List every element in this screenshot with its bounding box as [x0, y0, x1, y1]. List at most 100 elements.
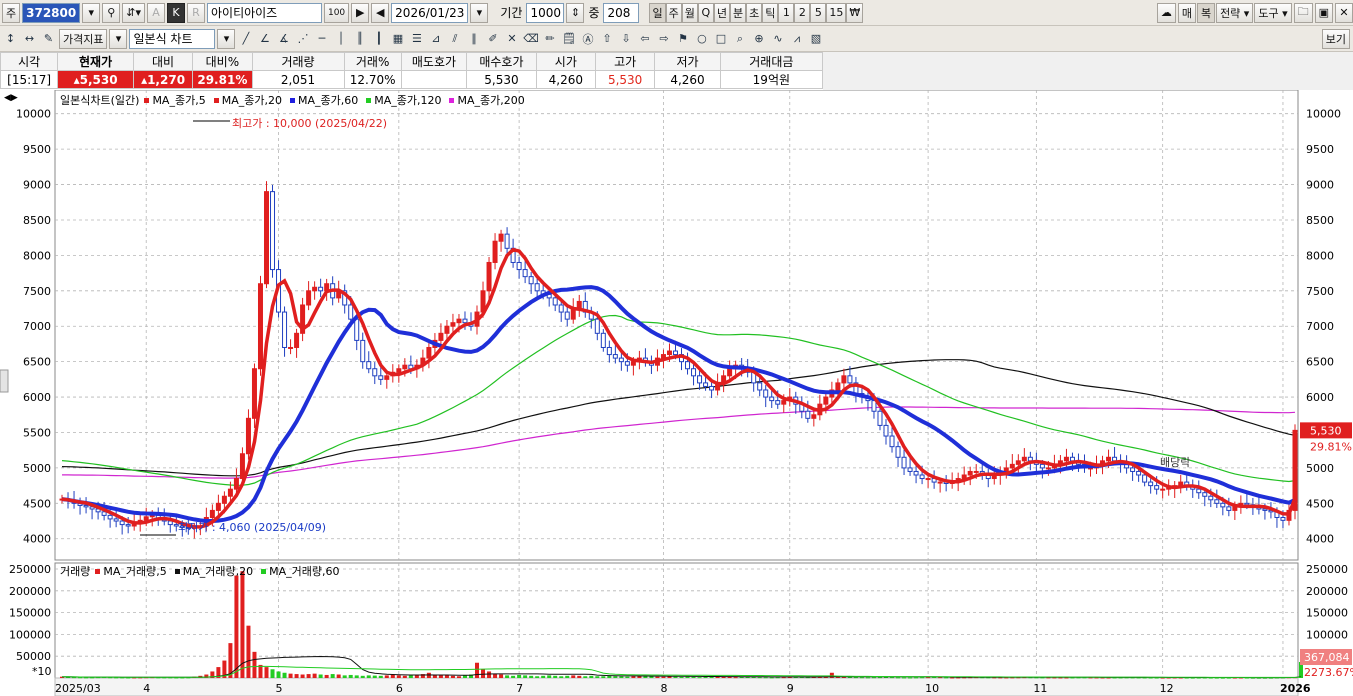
legend-item[interactable]: MA_거래량,5: [93, 563, 172, 579]
text-icon[interactable]: Ⓐ: [579, 29, 596, 49]
trendline-icon[interactable]: ╱: [237, 29, 254, 49]
price-tick-right: 9500: [1306, 143, 1334, 156]
channel-icon[interactable]: ⫽: [446, 29, 463, 49]
right-button-1[interactable]: 복: [1196, 2, 1216, 23]
eraser-icon[interactable]: ⌫: [522, 29, 539, 49]
legend-item[interactable]: MA_거래량,20: [173, 563, 259, 579]
r-button[interactable]: R: [186, 2, 205, 23]
next-icon[interactable]: ▶: [351, 2, 370, 23]
magnifier-icon[interactable]: ⌕: [731, 29, 748, 49]
right-button-0[interactable]: 매: [1177, 2, 1196, 23]
cycle-button-6[interactable]: 초: [746, 2, 763, 23]
cycle-button-8[interactable]: 1: [778, 2, 795, 23]
candle-body: [847, 375, 853, 384]
cycle-button-1[interactable]: 주: [665, 2, 682, 23]
price-tick-right: 6000: [1306, 391, 1334, 404]
candle-body: [672, 350, 678, 356]
chart-canvas[interactable]: 4000400045004500500050005500550060006000…: [0, 90, 1353, 696]
folder-icon[interactable]: 🗀: [1293, 2, 1313, 23]
quote-value: 29.81%: [192, 70, 253, 89]
market-select[interactable]: 주: [2, 2, 21, 23]
arrow-right-icon[interactable]: ⇨: [655, 29, 672, 49]
legend-item[interactable]: MA_종가,5: [142, 92, 211, 108]
chart-type-dropdown-icon[interactable]: ▾: [217, 28, 236, 49]
prev-icon[interactable]: ◀: [371, 2, 390, 23]
a-button[interactable]: A: [146, 2, 165, 23]
k-button[interactable]: K: [166, 2, 185, 23]
legend-title: 거래량: [60, 565, 91, 578]
view-button[interactable]: 보기: [1321, 28, 1350, 49]
note-icon[interactable]: 🗒: [560, 29, 577, 49]
cycle-button-2[interactable]: 월: [681, 2, 698, 23]
period-spin-icon[interactable]: ⇕: [566, 2, 585, 23]
price-tick-left: 5500: [23, 426, 51, 439]
legend-item[interactable]: MA_종가,120: [364, 92, 447, 108]
pen-icon[interactable]: ✐: [484, 29, 501, 49]
close-icon[interactable]: ✕: [1335, 2, 1353, 23]
save-icon[interactable]: ▣: [1314, 2, 1333, 23]
arrow-left-icon[interactable]: ⇦: [636, 29, 653, 49]
indicator-button[interactable]: 가격지표: [59, 28, 108, 49]
stock-code-field[interactable]: 372800: [22, 2, 81, 23]
chart-area[interactable]: 4000400045004500500050005500550060006000…: [0, 90, 1353, 696]
rect-icon[interactable]: □: [712, 29, 729, 49]
angle-icon[interactable]: ∠: [256, 29, 273, 49]
cycle-button-0[interactable]: 일: [649, 2, 666, 23]
up-down-icon[interactable]: ↕: [2, 29, 19, 49]
zoom-100-button[interactable]: 100: [323, 2, 350, 23]
volume-bar: [529, 675, 534, 678]
date-dropdown-icon[interactable]: ▾: [470, 2, 489, 23]
candle-body: [1208, 495, 1214, 501]
vline-icon[interactable]: │: [332, 29, 349, 49]
brush-icon[interactable]: ✏: [541, 29, 558, 49]
search-icon[interactable]: ⚲: [102, 2, 121, 23]
price-tick-right: 9000: [1306, 179, 1334, 192]
legend-item[interactable]: MA_종가,20: [212, 92, 288, 108]
right-button-2[interactable]: 전략 ▾: [1216, 2, 1254, 23]
zigzag-icon[interactable]: ⩘: [788, 29, 805, 49]
fan-icon[interactable]: ⋰: [294, 29, 311, 49]
period-field[interactable]: 1000: [526, 2, 565, 23]
code-dropdown-icon[interactable]: ▾: [82, 2, 101, 23]
fibo-icon[interactable]: ☰: [408, 29, 425, 49]
cycle-button-4[interactable]: 년: [713, 2, 730, 23]
legend-item[interactable]: MA_거래량,60: [259, 563, 345, 579]
cloud-icon[interactable]: ☁: [1156, 2, 1176, 23]
crosshair-icon[interactable]: ⊕: [750, 29, 767, 49]
edit-icon[interactable]: ✎: [40, 29, 57, 49]
palette-icon[interactable]: ▧: [807, 29, 824, 49]
legend-item[interactable]: MA_종가,60: [288, 92, 364, 108]
stock-name-field[interactable]: 아이티아이즈: [206, 2, 322, 23]
arrow-down-icon[interactable]: ⇩: [617, 29, 634, 49]
hline-icon[interactable]: ─: [313, 29, 330, 49]
price-tick-left: 8500: [23, 214, 51, 227]
cycle-button-10[interactable]: 5: [810, 2, 827, 23]
circle-icon[interactable]: ○: [693, 29, 710, 49]
cycle-button-9[interactable]: 2: [794, 2, 811, 23]
flag-icon[interactable]: ⚑: [674, 29, 691, 49]
date-field[interactable]: 2026/01/23: [391, 2, 469, 23]
cross-icon[interactable]: ✕: [503, 29, 520, 49]
cycle-button-5[interactable]: 분: [729, 2, 747, 23]
grid-icon[interactable]: ▦: [389, 29, 406, 49]
candle-body: [552, 297, 558, 306]
fork-icon[interactable]: ⊿: [427, 29, 444, 49]
draw-icon[interactable]: ∡: [275, 29, 292, 49]
cycle-button-12[interactable]: ₩: [846, 2, 864, 23]
left-right-icon[interactable]: ↔: [21, 29, 38, 49]
legend-item[interactable]: MA_종가,200: [447, 92, 530, 108]
parallel-icon[interactable]: ∥: [465, 29, 482, 49]
cycle-lines-icon[interactable]: ║: [351, 29, 368, 49]
right-button-3[interactable]: 도구 ▾: [1254, 2, 1292, 23]
count-field[interactable]: 208: [603, 2, 640, 23]
cycle-button-7[interactable]: 틱: [762, 2, 779, 23]
volume-scale-label: *10: [32, 665, 52, 678]
chart-type-select[interactable]: 일본식 차트: [129, 28, 216, 49]
sort-icon[interactable]: ⇵▾: [122, 2, 145, 23]
cycle-button-11[interactable]: 15: [826, 2, 847, 23]
multi-lines-icon[interactable]: ┃: [370, 29, 387, 49]
arrow-up-icon[interactable]: ⇧: [598, 29, 615, 49]
indicator-dropdown-icon[interactable]: ▾: [109, 28, 128, 49]
wave-icon[interactable]: ∿: [769, 29, 786, 49]
cycle-button-3[interactable]: Q: [697, 2, 714, 23]
